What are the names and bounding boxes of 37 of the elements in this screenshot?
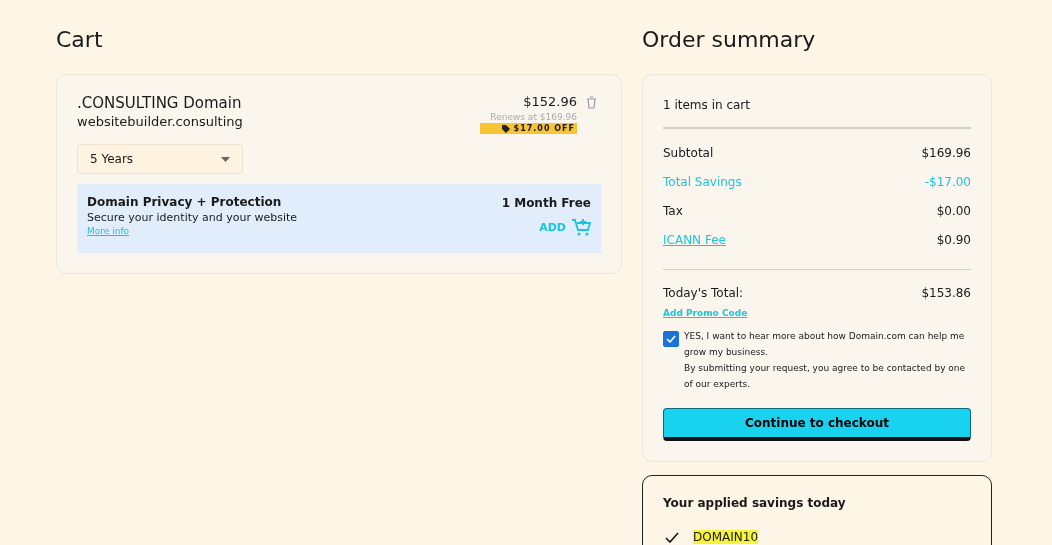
addon-description: Secure your identity and your website xyxy=(87,210,298,226)
addon-title: Domain Privacy + Protection xyxy=(87,194,283,210)
discount-text: $17.00 OFF xyxy=(513,124,575,133)
consent-text: YES, I want to hear more about how Domain.com can help me grow my business. xyxy=(684,330,966,359)
add-button[interactable]: ADD xyxy=(539,218,591,236)
items-count: 1 items in cart xyxy=(663,97,751,113)
trash-icon[interactable] xyxy=(586,96,597,109)
summary-value: $0.00 xyxy=(936,203,971,220)
total-label: Today's Total: xyxy=(663,285,744,302)
fee-link[interactable]: ICANN Fee xyxy=(663,226,726,255)
promo-code-link[interactable]: Add Promo Code xyxy=(663,306,748,320)
summary-value: -$17.00 xyxy=(924,174,971,191)
summary-value: $169.96 xyxy=(921,145,971,162)
dropdown-caret-icon xyxy=(221,156,230,162)
checkbox[interactable] xyxy=(663,331,679,347)
item-price: $152.96 xyxy=(523,93,577,111)
checkmark-icon xyxy=(665,531,679,543)
product-name: .CONSULTING Domain xyxy=(77,93,243,113)
renewal-price: Renews at $169.96 xyxy=(490,111,577,123)
savings-title: Your applied savings today xyxy=(663,496,847,510)
domain-name: websitebuilder.consulting xyxy=(77,113,243,131)
checkout-button[interactable]: Continue to checkout xyxy=(663,408,971,441)
summary-title: Order summary xyxy=(642,26,817,54)
checkmark-icon xyxy=(666,335,676,343)
cart-plus-icon xyxy=(572,218,591,236)
summary-label: Subtotal xyxy=(663,145,714,162)
promo-code: DOMAIN10 xyxy=(693,530,759,544)
total-value: $153.86 xyxy=(921,285,971,302)
cart-title: Cart xyxy=(56,26,104,54)
summary-label: Tax xyxy=(663,203,683,220)
tag-icon xyxy=(501,124,510,133)
summary-value: $0.90 xyxy=(936,232,971,249)
addon-offer: 1 Month Free xyxy=(501,195,591,210)
more-info-link[interactable]: More info xyxy=(87,226,130,236)
consent-text: By submitting your request, you agree to be contacted by one of our experts. xyxy=(684,362,967,391)
summary-label: Total Savings xyxy=(663,174,742,191)
term-select[interactable]: 5 Years xyxy=(77,144,243,174)
